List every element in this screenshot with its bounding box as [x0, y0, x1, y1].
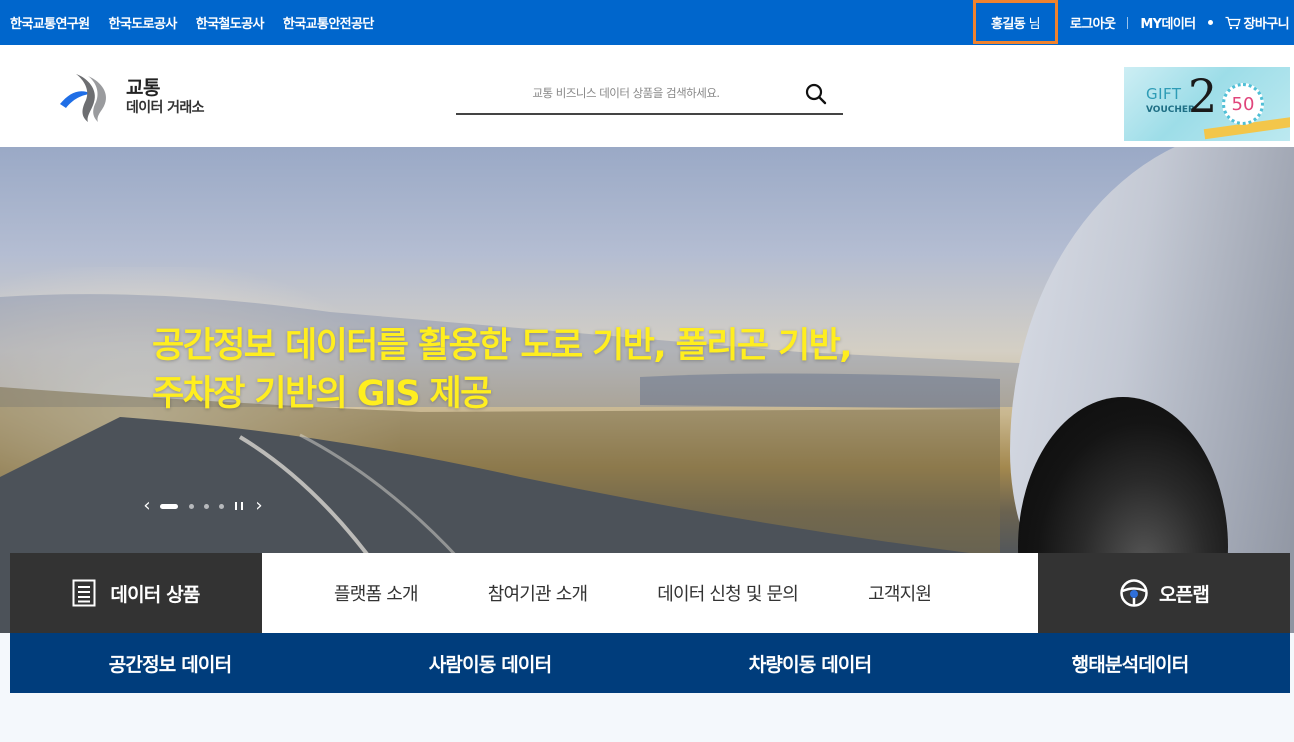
nav-item-support[interactable]: 고객지원 — [868, 580, 932, 606]
slide-indicator-active[interactable] — [160, 503, 178, 509]
cart-icon — [1225, 16, 1241, 29]
gift-voucher-banner[interactable]: GIFT VOUCHER 2 50 — [1124, 67, 1290, 141]
search-icon[interactable] — [805, 83, 827, 105]
logo-title: 교통 — [126, 77, 160, 99]
slide-indicator[interactable] — [204, 503, 209, 509]
category-people-movement[interactable]: 사람이동 데이터 — [330, 633, 650, 693]
hero-headline-line2: 주차장 기반의 GIS 제공 — [152, 374, 492, 414]
site-header: 교통 데이터 거래소 GIFT VOUCHER 2 50 — [0, 45, 1294, 147]
nav-item-platform[interactable]: 플랫폼 소개 — [334, 580, 419, 606]
cart-link[interactable]: 장바구니 — [1225, 13, 1290, 32]
user-greeting[interactable]: 홍길동 님 — [973, 0, 1058, 44]
search-input[interactable] — [456, 75, 796, 111]
org-link-ex[interactable]: 한국도로공사 — [109, 13, 178, 32]
utility-menu: 로그아웃 MY데이터 장바구니 — [1070, 0, 1290, 45]
slide-indicator[interactable] — [219, 503, 224, 509]
top-bar: 한국교통연구원 한국도로공사 한국철도공사 한국교통안전공단 홍길동 님 로그아… — [0, 0, 1294, 45]
main-nav: 데이터 상품 플랫폼 소개 참여기관 소개 데이터 신청 및 문의 고객지원 오… — [10, 553, 1290, 633]
site-logo[interactable]: 교통 데이터 거래소 — [58, 70, 205, 124]
slide-indicator[interactable] — [189, 503, 194, 509]
nav-item-partners[interactable]: 참여기관 소개 — [488, 580, 588, 606]
document-list-icon — [72, 579, 96, 607]
steering-wheel-icon — [1120, 579, 1148, 607]
pause-icon[interactable] — [235, 502, 243, 510]
search-box — [456, 75, 843, 115]
logout-link[interactable]: 로그아웃 — [1070, 13, 1116, 32]
slider-prev-button[interactable]: ‹ — [140, 497, 154, 515]
my-data-link[interactable]: MY데이터 — [1140, 13, 1196, 32]
openlab-label: 오픈랩 — [1158, 583, 1210, 606]
hero-headline: 공간정보 데이터를 활용한 도로 기반, 폴리곤 기반, 주차장 기반의 GIS… — [152, 322, 853, 418]
org-link-korail[interactable]: 한국철도공사 — [196, 13, 265, 32]
category-bar: 공간정보 데이터 사람이동 데이터 차량이동 데이터 행태분석데이터 — [10, 633, 1290, 693]
org-links: 한국교통연구원 한국도로공사 한국철도공사 한국교통안전공단 — [10, 0, 393, 45]
cart-label: 장바구니 — [1243, 17, 1290, 32]
hero-headline-line1: 공간정보 데이터를 활용한 도로 기반, 폴리곤 기반, — [152, 326, 853, 366]
org-link-koti[interactable]: 한국교통연구원 — [10, 13, 90, 32]
nav-item-data-request[interactable]: 데이터 신청 및 문의 — [657, 580, 799, 606]
category-spatial-data[interactable]: 공간정보 데이터 — [10, 633, 330, 693]
divider — [1127, 16, 1129, 29]
slider-controls: ‹ › — [140, 497, 266, 515]
openlab-button[interactable]: 오픈랩 — [1038, 553, 1290, 633]
nav-menu: 플랫폼 소개 참여기관 소개 데이터 신청 및 문의 고객지원 — [262, 553, 1038, 633]
category-vehicle-movement[interactable]: 차량이동 데이터 — [650, 633, 970, 693]
category-behavior-analysis[interactable]: 행태분석데이터 — [970, 633, 1290, 693]
user-name: 홍길동 — [990, 16, 1026, 32]
voucher-stamp: 50 — [1222, 83, 1264, 125]
voucher-gift-text: GIFT — [1146, 85, 1182, 103]
logo-icon — [60, 74, 107, 122]
data-products-button[interactable]: 데이터 상품 — [10, 553, 262, 633]
dot-separator — [1207, 20, 1213, 25]
data-products-label: 데이터 상품 — [110, 583, 200, 606]
org-link-ts[interactable]: 한국교통안전공단 — [283, 13, 374, 32]
slider-next-button[interactable]: › — [252, 497, 266, 515]
logo-subtitle: 데이터 거래소 — [126, 100, 205, 116]
voucher-number: 2 — [1188, 69, 1218, 123]
user-suffix: 님 — [1028, 16, 1041, 32]
